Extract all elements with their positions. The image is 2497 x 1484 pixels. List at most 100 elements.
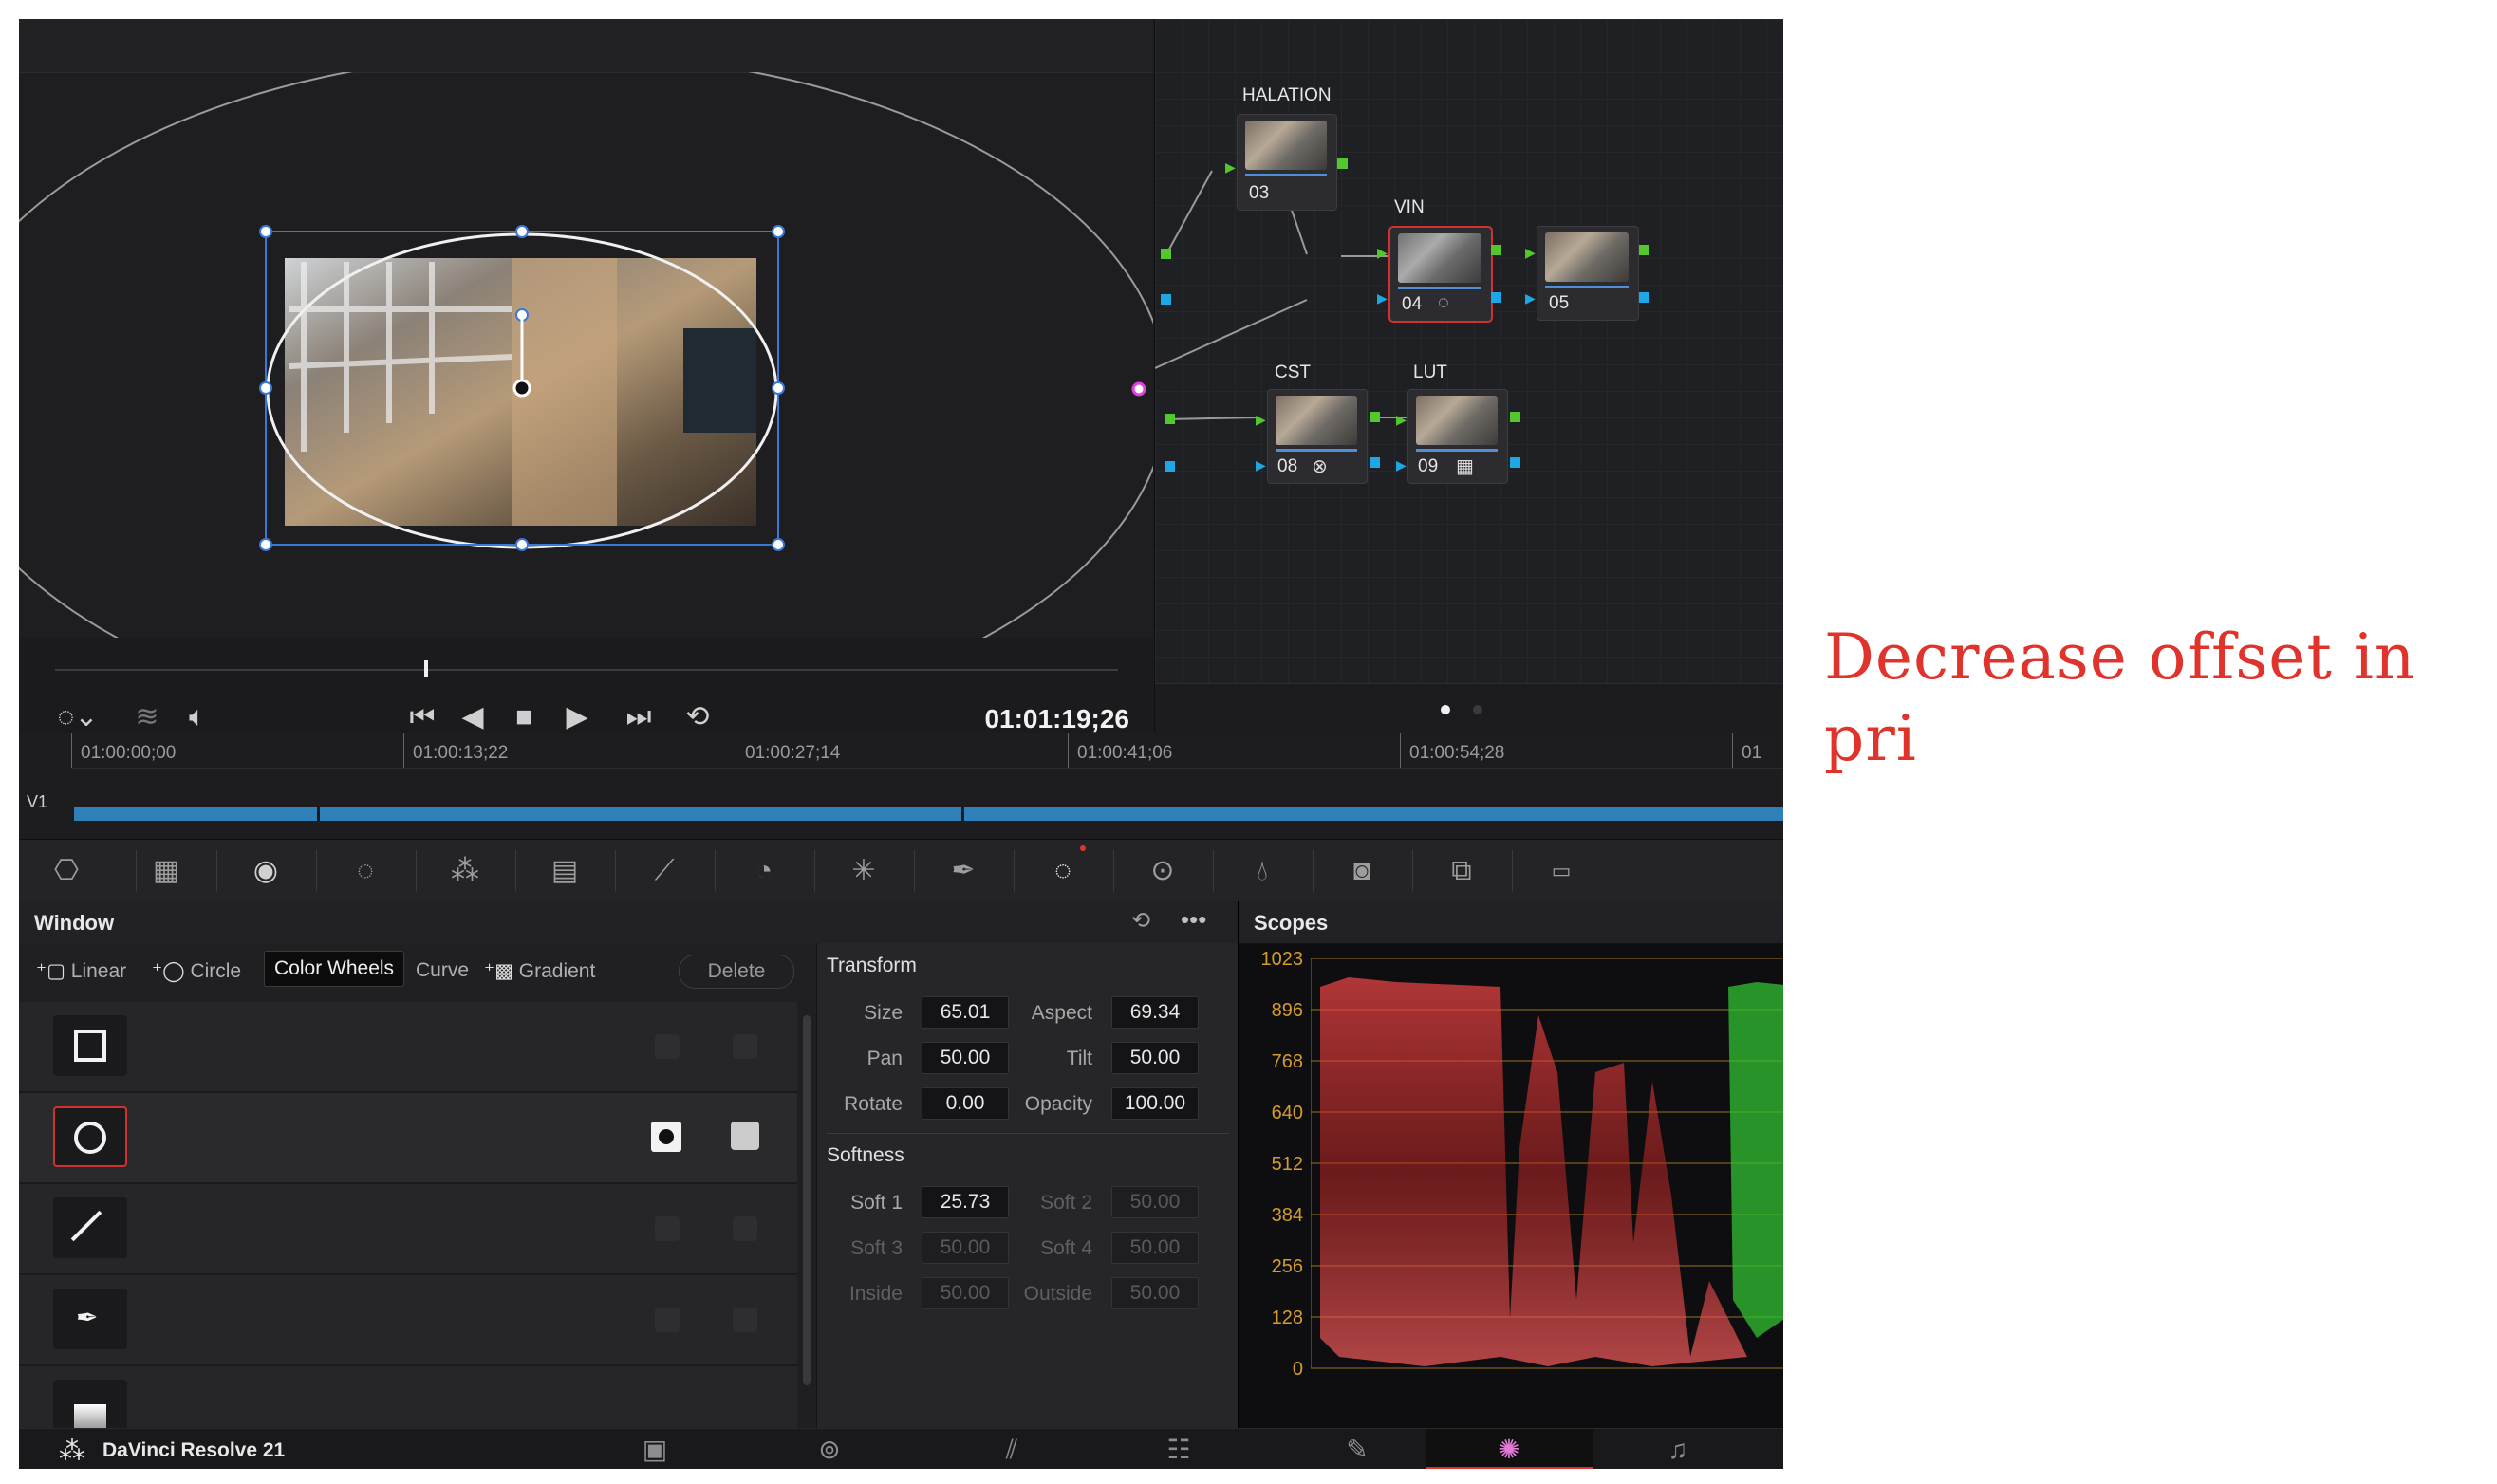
skip-to-end-icon[interactable]: ⏭︎ bbox=[615, 698, 662, 736]
node-output-port[interactable] bbox=[1337, 158, 1348, 169]
input-port[interactable] bbox=[1161, 294, 1171, 305]
node-output-port[interactable] bbox=[1510, 412, 1520, 422]
clip-strip[interactable] bbox=[74, 807, 1783, 821]
layers-icon[interactable]: ≋ bbox=[128, 698, 166, 736]
fusion-page-icon[interactable]: ☷ bbox=[1150, 1429, 1207, 1469]
page-dot-active[interactable] bbox=[1441, 705, 1450, 714]
camera-raw-icon[interactable]: ⎔ bbox=[38, 843, 95, 900]
scrubber-playhead[interactable] bbox=[424, 660, 428, 677]
gradient-window-button[interactable]: ⁺▩ Gradient bbox=[484, 959, 595, 983]
tracker-icon[interactable]: ⊙ bbox=[1134, 843, 1191, 900]
circle-window-shape-icon[interactable] bbox=[53, 1106, 127, 1167]
motion-effects-icon[interactable]: ▤ bbox=[536, 843, 593, 900]
node-key-output-port[interactable] bbox=[1491, 292, 1501, 303]
scrubber-track[interactable] bbox=[55, 669, 1118, 671]
pen-window-shape-icon[interactable]: ✒ bbox=[53, 1289, 127, 1349]
deliver-page-icon[interactable]: ♫ bbox=[1649, 1429, 1706, 1469]
color-wheels-icon[interactable]: ◉ bbox=[237, 843, 294, 900]
reset-icon[interactable]: ⟲ bbox=[1131, 907, 1150, 935]
mask-toggle[interactable] bbox=[733, 1034, 757, 1059]
stereo-3d-icon[interactable]: ▭ bbox=[1533, 843, 1590, 900]
blur-icon[interactable]: 💧︎ bbox=[1234, 843, 1291, 900]
tilt-field[interactable]: 50.00 bbox=[1111, 1042, 1199, 1074]
node-key-output-port[interactable] bbox=[1510, 457, 1520, 468]
node-08[interactable]: 08 ⊗ bbox=[1267, 389, 1368, 484]
window-row-circle-selected[interactable] bbox=[19, 1093, 797, 1184]
loop-icon[interactable]: ⟲ bbox=[674, 698, 721, 736]
mini-timeline[interactable]: 01:00:00;00 01:00:13;22 01:00:27;14 01:0… bbox=[19, 733, 1783, 840]
node-number: 09 bbox=[1418, 456, 1439, 476]
waveform-display bbox=[1311, 958, 1783, 1369]
window-row-linear[interactable] bbox=[19, 1002, 797, 1093]
sizing-icon[interactable]: ⧉ bbox=[1433, 843, 1490, 900]
polygon-window-shape-icon[interactable] bbox=[53, 1197, 127, 1258]
input-port[interactable] bbox=[1165, 461, 1175, 472]
stop-icon[interactable]: ■ bbox=[505, 698, 543, 736]
active-indicator-dot bbox=[1080, 845, 1086, 851]
media-page-icon[interactable]: ▣ bbox=[626, 1429, 683, 1469]
opacity-field[interactable]: 100.00 bbox=[1111, 1087, 1199, 1120]
linear-window-shape-icon[interactable] bbox=[53, 1015, 127, 1076]
page-dot[interactable] bbox=[1473, 705, 1482, 714]
soft4-field[interactable]: 50.00 bbox=[1111, 1232, 1199, 1264]
curves-icon[interactable]: ⟋ bbox=[636, 843, 693, 900]
node-key-output-port[interactable] bbox=[1639, 292, 1649, 303]
hdr-wheels-icon[interactable]: ◌ bbox=[337, 843, 394, 900]
node-09[interactable]: 09 ▦ bbox=[1407, 389, 1508, 484]
color-wheels-tooltip: Color Wheels bbox=[264, 951, 405, 987]
invert-toggle[interactable] bbox=[655, 1308, 680, 1332]
window-center-handle[interactable] bbox=[512, 379, 531, 398]
curve-window-button[interactable]: Curve bbox=[416, 959, 469, 982]
node-output-port[interactable] bbox=[1370, 412, 1380, 422]
scope-y-tick: 640 bbox=[1271, 1103, 1303, 1123]
window-row-gradient[interactable] bbox=[19, 1366, 797, 1440]
cut-page-icon[interactable]: ⊚ bbox=[801, 1429, 858, 1469]
qualifier-eyedropper-icon[interactable]: ✒ bbox=[935, 843, 992, 900]
color-match-icon[interactable]: ▦ bbox=[138, 843, 195, 900]
step-back-icon[interactable]: ◀ bbox=[454, 698, 492, 736]
more-options-icon[interactable]: ••• bbox=[1181, 905, 1206, 935]
node-output-port[interactable] bbox=[1639, 245, 1649, 255]
viewer-panel[interactable]: ◌⌄ ≋ 🔈︎ ⏮︎ ◀ ■ ▶ ⏭︎ ⟲ 01:01:19;26 bbox=[19, 19, 1153, 733]
input-port[interactable] bbox=[1161, 249, 1171, 259]
node-output-port[interactable] bbox=[1491, 245, 1501, 255]
invert-toggle[interactable] bbox=[655, 1034, 680, 1059]
play-icon[interactable]: ▶ bbox=[558, 698, 596, 736]
skip-to-start-icon[interactable]: ⏮︎ bbox=[399, 698, 446, 736]
window-tool-icon[interactable]: ◌ bbox=[1034, 843, 1091, 900]
viewer-canvas[interactable] bbox=[19, 72, 1153, 638]
node-editor[interactable]: HALATION 03 ▶ VIN 04 ◌ ▶ ▶ 05 ▶ ▶ CST 08… bbox=[1154, 19, 1783, 733]
color-page-icon[interactable]: ✺ bbox=[1481, 1429, 1537, 1469]
node-04-selected[interactable]: 04 ◌ bbox=[1388, 226, 1493, 323]
edit-page-icon[interactable]: ⫽ bbox=[983, 1429, 1040, 1469]
color-warper-icon[interactable]: ◔ bbox=[736, 843, 792, 900]
warper-mesh-icon[interactable]: ✳ bbox=[835, 843, 892, 900]
timeline-ruler[interactable]: 01:00:00;00 01:00:13;22 01:00:27;14 01:0… bbox=[71, 733, 1783, 769]
invert-toggle-on[interactable] bbox=[651, 1122, 681, 1152]
key-icon[interactable]: ◙ bbox=[1333, 843, 1390, 900]
fairlight-page-icon[interactable]: ✎ bbox=[1329, 1429, 1386, 1469]
outside-field[interactable]: 50.00 bbox=[1111, 1277, 1199, 1309]
circle-window-button[interactable]: ⁺◯ Circle bbox=[152, 959, 241, 983]
color-page-tab-active[interactable]: ✺ bbox=[1426, 1429, 1593, 1469]
linear-window-button[interactable]: ⁺▢ Linear bbox=[36, 959, 126, 983]
rgb-mixer-icon[interactable]: ⁂ bbox=[437, 843, 494, 900]
delete-window-button[interactable]: Delete bbox=[679, 955, 794, 989]
window-row-curve[interactable]: ✒ bbox=[19, 1275, 797, 1366]
mask-toggle-on[interactable] bbox=[731, 1122, 759, 1150]
node-03[interactable]: 03 bbox=[1237, 114, 1337, 211]
mask-toggle[interactable] bbox=[733, 1308, 757, 1332]
app-name: DaVinci Resolve 21 bbox=[102, 1439, 286, 1461]
window-overlay-icon[interactable]: ◌⌄ bbox=[49, 698, 106, 736]
invert-toggle[interactable] bbox=[655, 1216, 680, 1241]
node-key-output-port[interactable] bbox=[1370, 457, 1380, 468]
mask-toggle[interactable] bbox=[733, 1216, 757, 1241]
soft4-label: Soft 4 bbox=[1040, 1237, 1092, 1259]
input-port[interactable] bbox=[1165, 414, 1175, 424]
speaker-icon[interactable]: 🔈︎ bbox=[178, 698, 216, 736]
soft2-field[interactable]: 50.00 bbox=[1111, 1186, 1199, 1218]
node-05[interactable]: 05 bbox=[1537, 226, 1639, 321]
aspect-field[interactable]: 69.34 bbox=[1111, 996, 1199, 1029]
window-row-polygon[interactable] bbox=[19, 1184, 797, 1275]
page-navigation-bar: ⁂ DaVinci Resolve 21 ▣ ⊚ ⫽ ☷ ✎ ✺ ♫ bbox=[19, 1428, 1783, 1469]
